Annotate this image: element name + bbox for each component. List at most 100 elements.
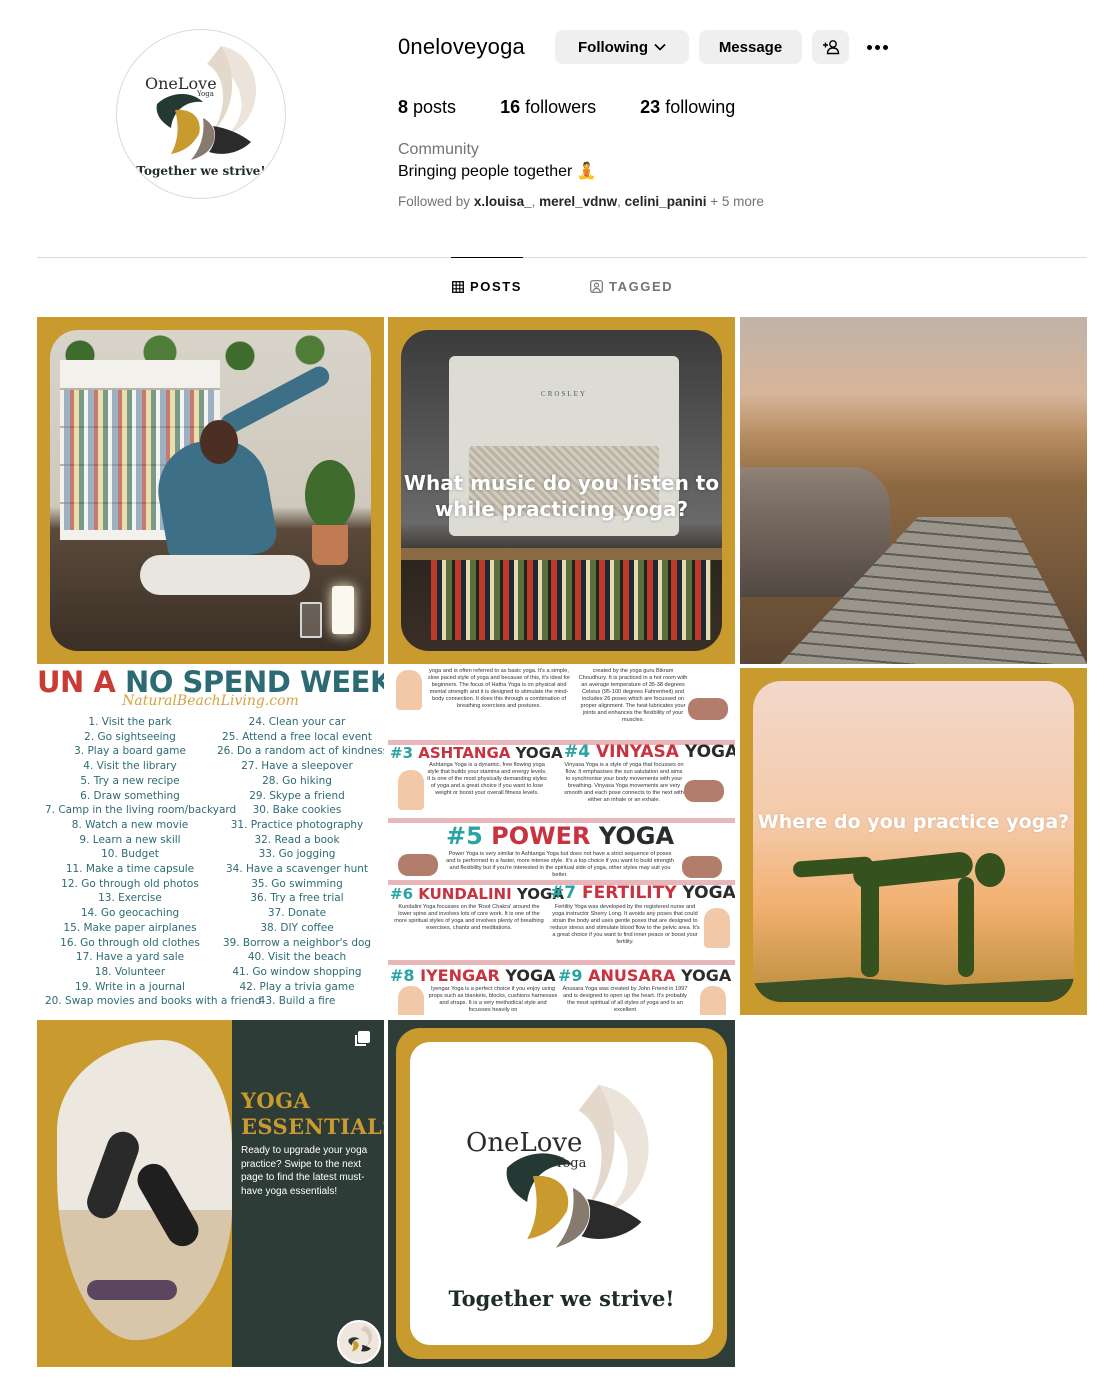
followed-by[interactable]: Followed by x.louisa_, merel_vdnw, celin… <box>398 194 764 209</box>
list-item: 4. Visit the library <box>83 760 177 773</box>
follower-name[interactable]: celini_panini <box>625 194 707 209</box>
activity-list-left: 1. Visit the park 2. Go sightseeing 3. P… <box>45 715 262 1009</box>
list-item: 7. Camp in the living room/backyard <box>45 804 237 817</box>
follower-name[interactable]: x.louisa_ <box>474 194 532 209</box>
yoga-type-heading: #7 FERTILITY YOGA <box>550 883 735 903</box>
post-boardwalk[interactable] <box>740 317 1087 664</box>
username: 0neloveyoga <box>398 34 525 59</box>
list-item: 3. Play a board game <box>74 745 186 758</box>
profile-stats: 8 posts 16 followers 23 following <box>398 97 779 118</box>
yoga-type-text: Kundalini Yoga focusses on the 'Root Cha… <box>394 904 544 931</box>
list-item: 39. Borrow a neighbor's dog <box>222 936 372 949</box>
list-item: 16. Go through old clothes <box>60 936 200 949</box>
yoga-type-text: Ashtanga Yoga is a dynamic, free flowing… <box>427 762 547 796</box>
list-item: 36. Try a free trial <box>250 892 344 905</box>
posts-stat: 8 posts <box>398 97 457 117</box>
bikram-text: created by the yoga guru Bikram Choudhur… <box>578 668 688 723</box>
yoga-type-heading: #4 VINYASA YOGA <box>564 742 735 762</box>
list-item: 17. Have a yard sale <box>75 951 185 964</box>
list-item: 20. Swap movies and books with a friend <box>45 995 262 1008</box>
follower-name[interactable]: merel_vdnw <box>539 194 617 209</box>
yoga-type-heading: #3 ASHTANGA YOGA <box>390 744 563 762</box>
list-item: 19. Write in a journal <box>75 980 185 993</box>
post-yoga-stretch[interactable] <box>37 317 384 664</box>
list-item: 43. Build a fire <box>258 995 336 1008</box>
list-item: 30. Bake cookies <box>252 804 342 817</box>
post-photo <box>50 330 371 651</box>
hatha-text: yoga and is often referred to as basic y… <box>427 668 571 709</box>
list-item: 33. Go jogging <box>258 848 336 861</box>
list-item: 41. Go window shopping <box>232 965 362 978</box>
add-user-icon <box>822 40 839 55</box>
small-logo-icon <box>337 1320 381 1364</box>
following-stat[interactable]: 23 following <box>640 97 735 118</box>
post-onelove-logo[interactable]: OneLove Yoga Together we strive! <box>388 1020 735 1367</box>
following-button[interactable]: Following <box>555 30 689 64</box>
list-item: 35. Go swimming <box>251 877 343 890</box>
list-item: 34. Have a scavenger hunt <box>225 863 369 876</box>
post-photo: Where do you practice yoga? <box>753 681 1074 1002</box>
list-item: 18. Volunteer <box>94 965 166 978</box>
list-item: 38. DIY coffee <box>260 921 334 934</box>
list-item: 32. Read a book <box>254 833 340 846</box>
logo-tagline: Together we strive! <box>448 1286 675 1311</box>
profile-category: Community <box>398 141 479 158</box>
avatar-logo-sub: Yoga <box>197 90 214 98</box>
list-item: 13. Exercise <box>98 892 162 905</box>
list-item: 28. Go hiking <box>262 774 332 787</box>
onelove-logo-icon <box>506 1084 649 1248</box>
post-question-text: What music do you listen to while practi… <box>403 471 720 521</box>
list-item: 8. Watch a new movie <box>71 818 189 831</box>
post-photo: CROSLEY What music do you listen to whil… <box>401 330 722 651</box>
list-item: 37. Donate <box>267 907 327 920</box>
list-item: 6. Draw something <box>80 789 180 802</box>
followers-stat[interactable]: 16 followers <box>500 97 596 118</box>
yoga-type-text: Power Yoga is very similar to Ashtanga Y… <box>446 851 674 878</box>
tab-posts[interactable]: POSTS <box>452 279 522 294</box>
list-item: 12. Go through old photos <box>61 877 199 890</box>
logo-card: OneLove Yoga Together we strive! <box>410 1042 713 1345</box>
record-player-brand: CROSLEY <box>541 390 587 398</box>
list-item: 25. Attend a free local event <box>222 730 372 743</box>
list-title: UN A NO SPEND WEEKEND <box>37 668 384 696</box>
list-item: 5. Try a new recipe <box>80 774 180 787</box>
post-question-text: Where do you practice yoga? <box>757 811 1070 833</box>
list-item: 26. Do a random act of kindness <box>217 745 384 758</box>
tab-tagged[interactable]: TAGGED <box>590 279 673 294</box>
grid-icon <box>452 280 464 293</box>
yoga-type-text: Iyengar Yoga is a perfect choice if you … <box>428 986 558 1013</box>
list-item: 2. Go sightseeing <box>84 730 176 743</box>
essentials-title: YOGA ESSENTIALS <box>241 1088 384 1139</box>
profile-avatar[interactable]: OneLove Yoga Together we strive! <box>116 29 286 199</box>
message-label: Message <box>718 38 783 56</box>
list-item: 1. Visit the park <box>88 716 172 728</box>
profile-bio: Bringing people together 🧘 <box>398 163 597 180</box>
list-item: 29. Skype a friend <box>249 789 345 802</box>
tabs-divider <box>37 257 1087 258</box>
yoga-type-text: Vinyasa Yoga is a style of yoga that foc… <box>564 762 684 803</box>
yoga-type-text: Fertility Yoga was developed by the regi… <box>550 904 700 945</box>
list-item: 9. Learn a new skill <box>79 833 181 846</box>
avatar-logo-tagline: Together we strive! <box>136 164 266 178</box>
tagged-icon <box>590 280 603 293</box>
chevron-down-icon <box>654 43 666 51</box>
post-yoga-essentials[interactable]: YOGA ESSENTIALS Ready to upgrade your yo… <box>37 1020 384 1367</box>
list-subtitle: NaturalBeachLiving.com <box>122 693 299 709</box>
yoga-type-heading: #9 ANUSARA YOGA <box>558 966 732 985</box>
more-options-icon[interactable] <box>862 38 892 56</box>
message-button[interactable]: Message <box>699 30 802 64</box>
suggested-users-button[interactable] <box>812 30 849 64</box>
list-item: 27. Have a sleepover <box>241 760 353 773</box>
list-item: 40. Visit the beach <box>247 951 347 964</box>
list-item: 15. Make paper airplanes <box>63 921 197 934</box>
yoga-type-heading: #8 IYENGAR YOGA <box>390 966 556 985</box>
post-yoga-types[interactable]: yoga and is often referred to as basic y… <box>388 668 735 1015</box>
post-music-question[interactable]: CROSLEY What music do you listen to whil… <box>388 317 735 664</box>
active-tab-indicator <box>451 257 523 258</box>
essentials-text: Ready to upgrade your yoga practice? Swi… <box>241 1145 368 1197</box>
yoga-type-text: Anusara Yoga was created by John Friend … <box>562 986 688 1013</box>
yoga-type-heading: #6 KUNDALINI YOGA <box>390 885 564 903</box>
post-practice-question[interactable]: Where do you practice yoga? <box>740 668 1087 1015</box>
activity-list-right: 24. Clean your car 25. Attend a free loc… <box>217 715 384 1009</box>
post-no-spend-weekend[interactable]: UN A NO SPEND WEEKEND NaturalBeachLiving… <box>37 668 384 1015</box>
